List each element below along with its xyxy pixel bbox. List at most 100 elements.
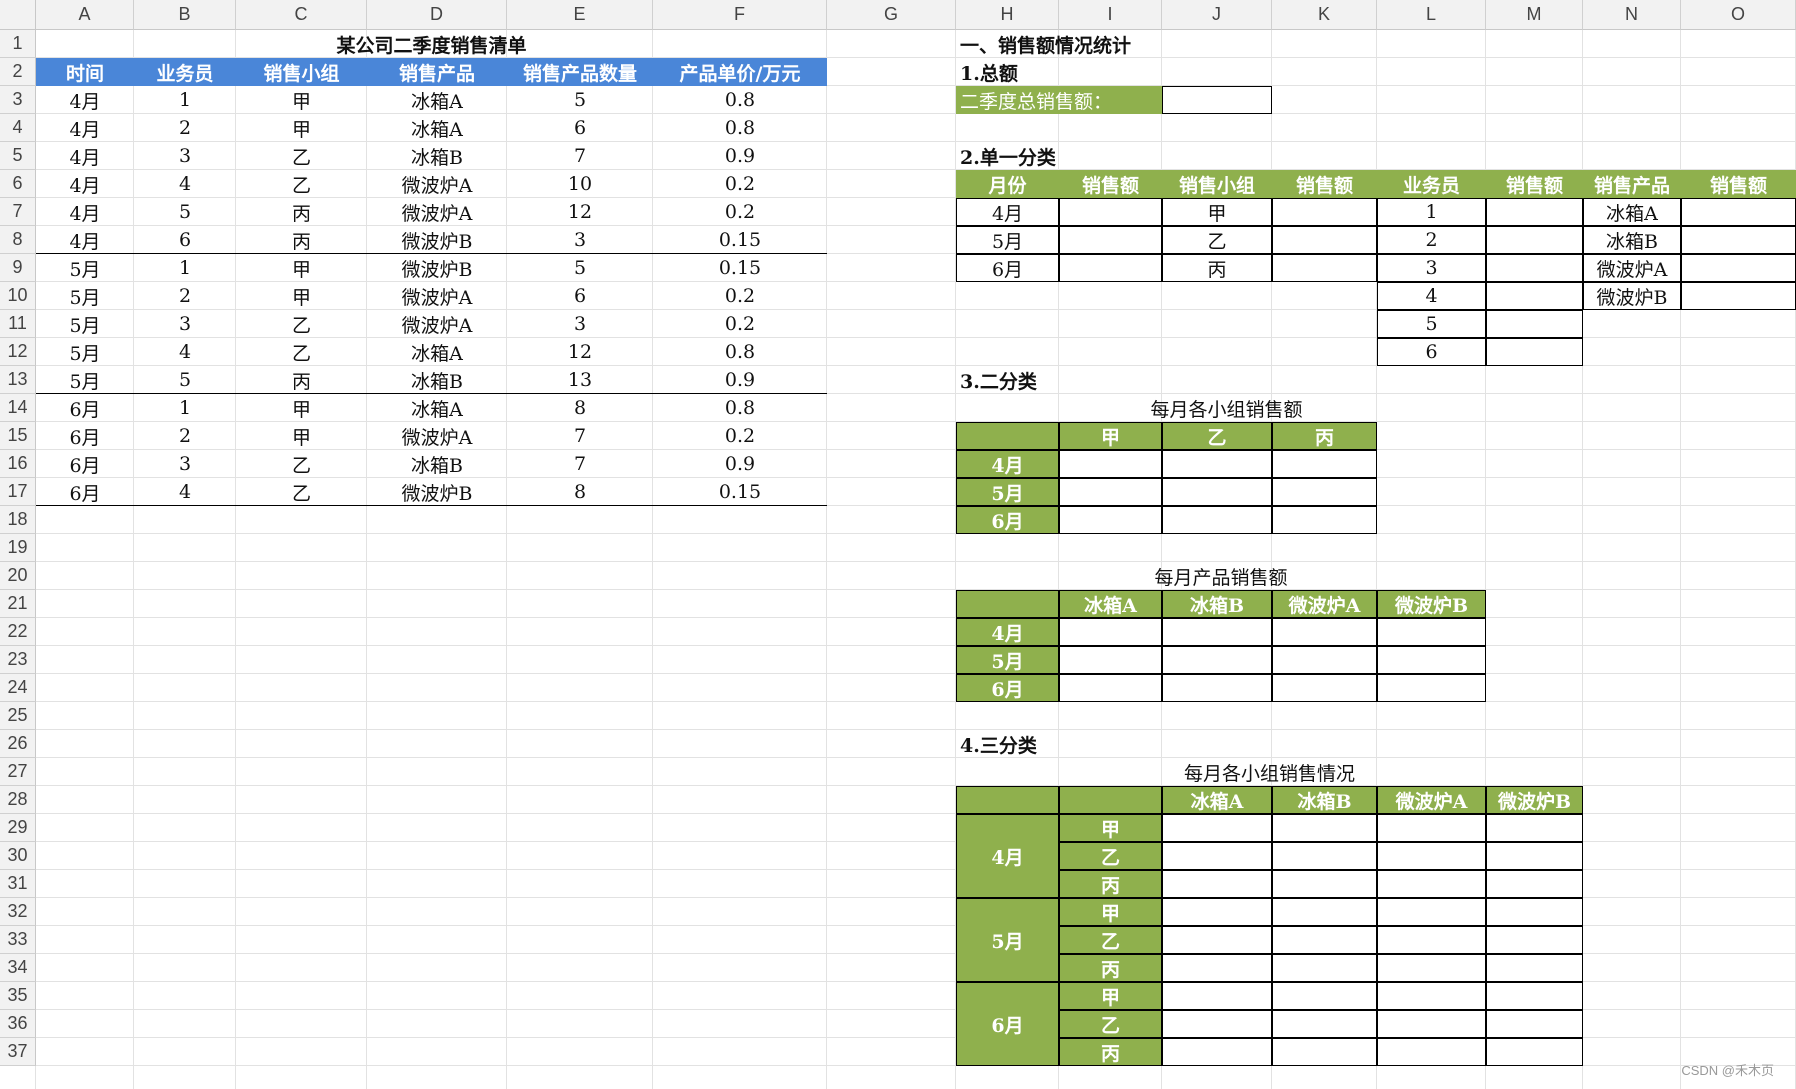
- row-header-10[interactable]: 10: [0, 282, 36, 310]
- single-product-cell[interactable]: 微波炉A: [1583, 254, 1681, 282]
- three-table-value-cell[interactable]: [1162, 1010, 1272, 1038]
- row-header-27[interactable]: 27: [0, 758, 36, 786]
- sales-data-cell[interactable]: 乙: [236, 338, 367, 366]
- sales-data-cell[interactable]: 微波炉A: [367, 422, 507, 450]
- row-header-25[interactable]: 25: [0, 702, 36, 730]
- single-header-cell[interactable]: 销售产品: [1583, 170, 1681, 198]
- row-header-18[interactable]: 18: [0, 506, 36, 534]
- three-table-value-cell[interactable]: [1162, 870, 1272, 898]
- two-table1-row-header[interactable]: 4月: [956, 450, 1059, 478]
- three-table-value-cell[interactable]: [1272, 982, 1377, 1010]
- three-table-group-cell[interactable]: 甲: [1059, 982, 1162, 1010]
- two-table2-value-cell[interactable]: [1377, 646, 1486, 674]
- sales-data-cell[interactable]: 甲: [236, 254, 367, 282]
- three-table-value-cell[interactable]: [1486, 954, 1583, 982]
- row-header-34[interactable]: 34: [0, 954, 36, 982]
- three-table-col-header[interactable]: 冰箱B: [1272, 786, 1377, 814]
- two-table2-col-header[interactable]: 冰箱B: [1162, 590, 1272, 618]
- sales-data-cell[interactable]: 5: [134, 366, 236, 394]
- sales-data-cell[interactable]: 乙: [236, 142, 367, 170]
- single-value-cell[interactable]: [1272, 226, 1377, 254]
- sales-data-cell[interactable]: 微波炉B: [367, 254, 507, 282]
- sales-data-cell[interactable]: 5: [134, 198, 236, 226]
- sales-data-cell[interactable]: 微波炉A: [367, 170, 507, 198]
- sales-header-cell[interactable]: 销售产品数量: [507, 58, 653, 86]
- three-table-value-cell[interactable]: [1377, 1010, 1486, 1038]
- two-table1-col-header[interactable]: 乙: [1162, 422, 1272, 450]
- two-table2-value-cell[interactable]: [1272, 674, 1377, 702]
- sales-data-cell[interactable]: 乙: [236, 450, 367, 478]
- sales-header-cell[interactable]: 销售产品: [367, 58, 507, 86]
- single-staff-cell[interactable]: 1: [1377, 198, 1486, 226]
- three-table-value-cell[interactable]: [1486, 842, 1583, 870]
- two-table2-title[interactable]: 每月产品销售额: [956, 562, 1486, 590]
- sales-data-cell[interactable]: 冰箱A: [367, 86, 507, 114]
- sales-data-cell[interactable]: 1: [134, 394, 236, 422]
- single-value-cell[interactable]: [1681, 198, 1796, 226]
- single-staff-cell[interactable]: 3: [1377, 254, 1486, 282]
- sales-data-cell[interactable]: 冰箱A: [367, 394, 507, 422]
- row-header-7[interactable]: 7: [0, 198, 36, 226]
- row-header-1[interactable]: 1: [0, 30, 36, 58]
- three-table-title[interactable]: 每月各小组销售情况: [956, 758, 1583, 786]
- single-product-cell[interactable]: 冰箱A: [1583, 198, 1681, 226]
- two-table2-value-cell[interactable]: [1059, 618, 1162, 646]
- sales-data-cell[interactable]: 3: [507, 226, 653, 254]
- three-heading[interactable]: 4.三分类: [956, 730, 1162, 758]
- two-table2-col-header[interactable]: 冰箱A: [1059, 590, 1162, 618]
- sales-data-cell[interactable]: 微波炉A: [367, 282, 507, 310]
- sales-data-cell[interactable]: 7: [507, 142, 653, 170]
- row-header-24[interactable]: 24: [0, 674, 36, 702]
- row-header-13[interactable]: 13: [0, 366, 36, 394]
- sales-data-cell[interactable]: 冰箱A: [367, 338, 507, 366]
- single-header-cell[interactable]: 业务员: [1377, 170, 1486, 198]
- row-header-11[interactable]: 11: [0, 310, 36, 338]
- sales-data-cell[interactable]: 3: [507, 310, 653, 338]
- three-table-value-cell[interactable]: [1272, 926, 1377, 954]
- single-value-cell[interactable]: [1681, 226, 1796, 254]
- two-table2-value-cell[interactable]: [1377, 674, 1486, 702]
- three-table-month-cell[interactable]: 5月: [956, 898, 1059, 982]
- column-header-g[interactable]: G: [827, 0, 956, 30]
- row-header-35[interactable]: 35: [0, 982, 36, 1010]
- single-group-cell[interactable]: 甲: [1162, 198, 1272, 226]
- single-value-cell[interactable]: [1486, 198, 1583, 226]
- sales-data-cell[interactable]: 乙: [236, 170, 367, 198]
- three-table-value-cell[interactable]: [1486, 1038, 1583, 1066]
- two-table1-value-cell[interactable]: [1059, 478, 1162, 506]
- two-table2-corner[interactable]: [956, 590, 1059, 618]
- sales-data-cell[interactable]: 12: [507, 338, 653, 366]
- sales-header-cell[interactable]: 产品单价/万元: [653, 58, 827, 86]
- sales-data-cell[interactable]: 6月: [36, 394, 134, 422]
- column-header-h[interactable]: H: [956, 0, 1059, 30]
- sales-data-cell[interactable]: 微波炉A: [367, 198, 507, 226]
- sales-data-cell[interactable]: 2: [134, 422, 236, 450]
- sales-data-cell[interactable]: 4月: [36, 114, 134, 142]
- sales-data-cell[interactable]: 微波炉A: [367, 310, 507, 338]
- three-table-value-cell[interactable]: [1162, 982, 1272, 1010]
- sales-data-cell[interactable]: 0.15: [653, 254, 827, 282]
- sales-data-cell[interactable]: 甲: [236, 394, 367, 422]
- two-table2-value-cell[interactable]: [1162, 646, 1272, 674]
- single-header-cell[interactable]: 销售额: [1486, 170, 1583, 198]
- total-label-cell[interactable]: 二季度总销售额：: [956, 86, 1162, 114]
- sales-data-cell[interactable]: 5月: [36, 282, 134, 310]
- sales-data-cell[interactable]: 13: [507, 366, 653, 394]
- three-table-group-cell[interactable]: 丙: [1059, 1038, 1162, 1066]
- sales-header-cell[interactable]: 时间: [36, 58, 134, 86]
- row-header-17[interactable]: 17: [0, 478, 36, 506]
- row-header-6[interactable]: 6: [0, 170, 36, 198]
- single-month-cell[interactable]: 4月: [956, 198, 1059, 226]
- single-value-cell[interactable]: [1272, 198, 1377, 226]
- three-table-col-header[interactable]: 微波炉B: [1486, 786, 1583, 814]
- column-header-j[interactable]: J: [1162, 0, 1272, 30]
- single-group-cell[interactable]: 乙: [1162, 226, 1272, 254]
- two-heading[interactable]: 3.二分类: [956, 366, 1162, 394]
- sales-data-cell[interactable]: 乙: [236, 478, 367, 506]
- sales-data-cell[interactable]: 1: [134, 254, 236, 282]
- two-table1-value-cell[interactable]: [1059, 450, 1162, 478]
- single-value-cell[interactable]: [1486, 310, 1583, 338]
- three-table-group-cell[interactable]: 乙: [1059, 842, 1162, 870]
- sales-data-cell[interactable]: 4: [134, 338, 236, 366]
- three-table-corner[interactable]: [1059, 786, 1162, 814]
